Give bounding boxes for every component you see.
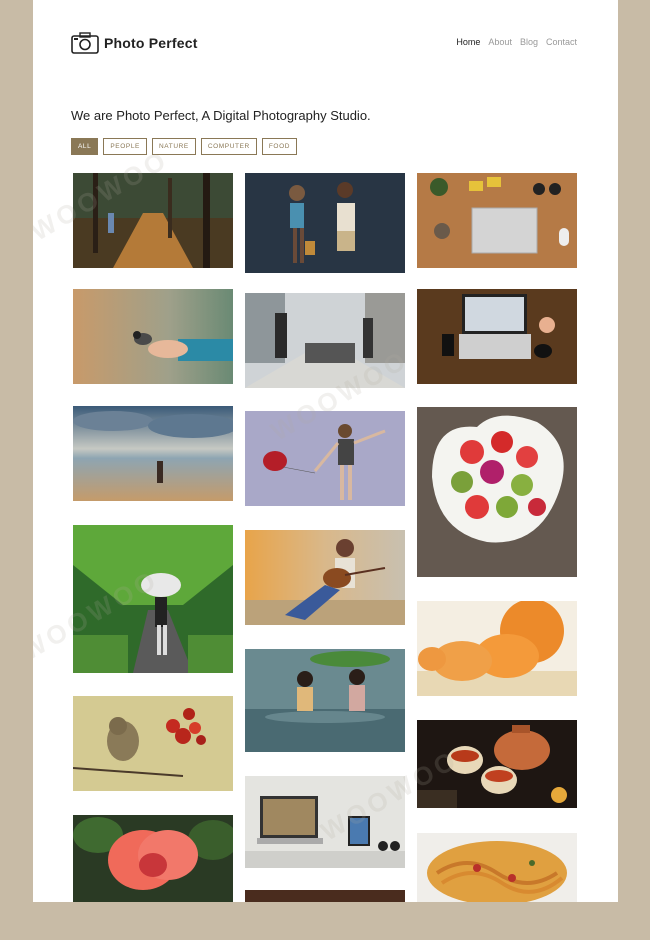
brand-name: Photo Perfect (104, 35, 198, 51)
photo-tea-set[interactable] (417, 720, 577, 808)
main-nav: Home About Blog Contact (456, 37, 577, 47)
nav-about[interactable]: About (488, 37, 512, 47)
photo-image (73, 696, 233, 791)
photo-image (73, 815, 233, 902)
photo-girl-guitar[interactable] (245, 530, 405, 625)
photo-bird-on-hand[interactable] (73, 289, 233, 384)
photo-image (245, 411, 405, 506)
photo-fruit-bowl[interactable] (417, 407, 577, 577)
filter-computer[interactable]: COMPUTER (200, 138, 257, 155)
photo-image (245, 649, 405, 752)
photo-image (245, 293, 405, 388)
nav-blog[interactable]: Blog (520, 37, 538, 47)
photo-image (73, 406, 233, 501)
photo-laptop-desk[interactable] (417, 173, 577, 268)
site-header: Photo Perfect Home About Blog Contact (71, 32, 577, 56)
photo-woman-umbrella[interactable] (73, 525, 233, 673)
photo-hibiscus[interactable] (73, 815, 233, 902)
photo-girl-red-balloon[interactable] (245, 411, 405, 506)
filter-food[interactable]: FOOD (261, 138, 298, 155)
page-headline: We are Photo Perfect, A Digital Photogra… (71, 108, 371, 123)
photo-two-children[interactable] (245, 173, 405, 273)
nav-home[interactable]: Home (456, 37, 480, 47)
photo-laptop-tablet[interactable] (245, 776, 405, 868)
filter-nature[interactable]: NATURE (152, 138, 196, 155)
photo-image (417, 289, 577, 384)
photo-image (73, 525, 233, 673)
filter-bar: ALL PEOPLE NATURE COMPUTER FOOD (71, 138, 298, 155)
photo-image (417, 833, 577, 902)
nav-contact[interactable]: Contact (546, 37, 577, 47)
photo-bird-berries[interactable] (73, 696, 233, 791)
page-container: Photo Perfect Home About Blog Contact We… (33, 0, 618, 902)
photo-pasta[interactable] (417, 833, 577, 902)
photo-sunset-beach[interactable] (73, 406, 233, 501)
photo-image (245, 530, 405, 625)
photo-girls-rain[interactable] (245, 649, 405, 752)
photo-gallery (73, 173, 577, 902)
logo[interactable]: Photo Perfect (71, 32, 198, 54)
filter-people[interactable]: PEOPLE (103, 138, 147, 155)
photo-autumn-forest-path[interactable] (73, 173, 233, 268)
filter-all[interactable]: ALL (71, 138, 99, 155)
photo-oranges[interactable] (417, 601, 577, 696)
photo-city-street[interactable] (245, 293, 405, 388)
photo-image (417, 601, 577, 696)
photo-image (245, 890, 405, 902)
photo-image (417, 407, 577, 577)
photo-dark[interactable] (245, 890, 405, 902)
photo-laptop-phone-wood[interactable] (417, 289, 577, 384)
photo-image (245, 173, 405, 273)
camera-icon (71, 32, 99, 54)
photo-image (417, 173, 577, 268)
photo-image (73, 173, 233, 268)
photo-image (245, 776, 405, 868)
photo-image (73, 289, 233, 384)
photo-image (417, 720, 577, 808)
